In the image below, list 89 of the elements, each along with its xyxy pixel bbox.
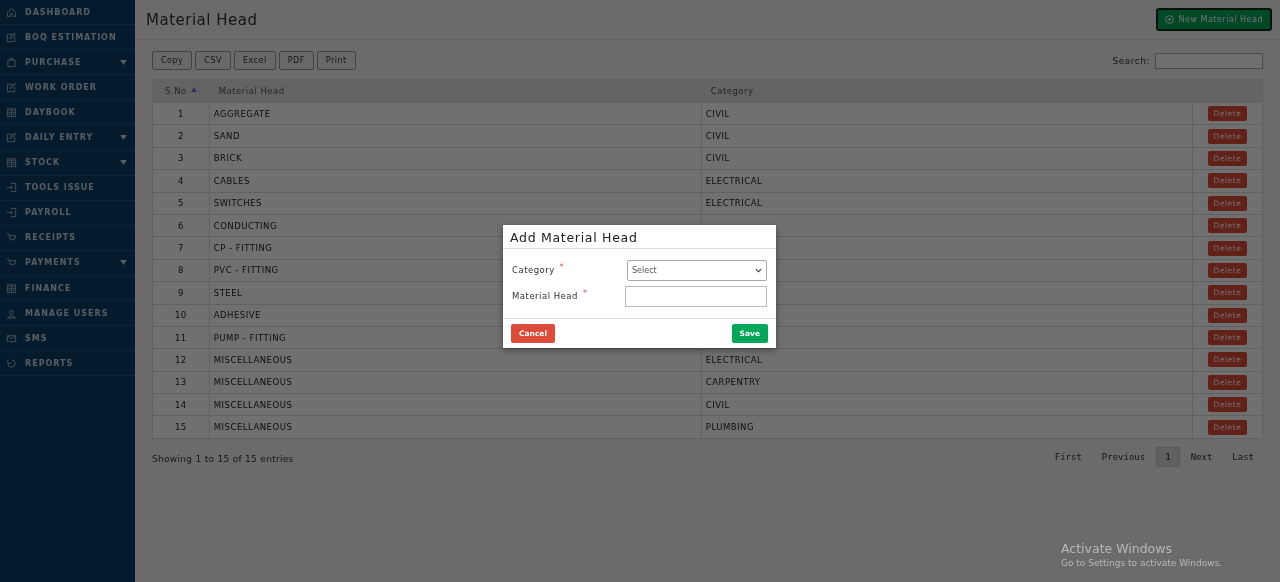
table-cell: CIVIL [701, 102, 1193, 125]
login-icon [6, 182, 17, 194]
new-material-head-button[interactable]: New Material Head [1155, 8, 1272, 31]
column-header[interactable]: Category [701, 79, 1193, 103]
table-cell: 15 [152, 415, 210, 439]
mail-icon [6, 332, 17, 344]
field-label: Material Head [512, 291, 578, 301]
table-cell: SWITCHES [209, 192, 702, 215]
modal-title: Add Material Head [503, 225, 776, 249]
export-button[interactable]: CSV [195, 51, 231, 70]
clock-icon [6, 357, 17, 369]
export-button[interactable]: PDF [278, 51, 314, 70]
table-cell: MISCELLANEOUS [209, 371, 702, 394]
plus-circle-icon [1164, 15, 1174, 24]
table-cell: CABLES [209, 169, 702, 193]
nav-label: DASHBOARD [25, 7, 92, 17]
nav-label: PURCHASE [25, 57, 83, 67]
column-header[interactable]: Material Head [209, 79, 702, 103]
export-button[interactable]: Copy [152, 51, 193, 70]
nav-label: DAILY ENTRY [25, 133, 95, 142]
pagination-button[interactable]: Previous [1092, 446, 1155, 467]
nav-label: PAYMENTS [25, 258, 82, 268]
nav-label: PAYROLL [25, 208, 73, 218]
table-cell: MISCELLANEOUS [209, 415, 702, 439]
pagination-button[interactable]: Last [1223, 446, 1263, 467]
bag-icon [6, 56, 17, 68]
edit-icon [6, 31, 17, 43]
pagination-button[interactable]: 1 [1156, 446, 1180, 467]
table-cell: BRICK [209, 147, 702, 170]
activation-notice-text: Go to Settings to activate Windows. [1061, 558, 1223, 568]
table-cell: CIVIL [701, 393, 1193, 416]
book-icon [6, 157, 17, 169]
table-cell: AGGREGATE [209, 102, 702, 125]
sort-up-icon [190, 87, 197, 92]
home-icon [6, 6, 17, 18]
table-cell: PLUMBING [701, 415, 1193, 439]
nav-label: BOQ ESTIMATION [25, 32, 118, 42]
category-select[interactable]: Select [627, 259, 767, 281]
nav-label: SMS [25, 333, 49, 343]
table-cell: ELECTRICAL [701, 192, 1193, 215]
nav-label: REPORTS [25, 358, 75, 368]
chevron-down-icon [755, 267, 762, 273]
pagination-button[interactable]: First [1045, 446, 1091, 467]
book-icon [6, 106, 17, 118]
table-cell: 7 [152, 236, 210, 260]
login-icon [6, 207, 17, 219]
table-cell: 8 [152, 259, 210, 282]
export-button[interactable]: Print [316, 51, 356, 70]
table-cell: CIVIL [701, 124, 1193, 148]
required-mark: * [559, 263, 564, 272]
nav-label: RECEIPTS [25, 233, 78, 243]
table-cell: 3 [152, 147, 210, 170]
table-cell: 9 [152, 281, 210, 304]
table-cell: CARPENTRY [701, 371, 1193, 394]
table-cell: 5 [152, 192, 210, 215]
search-label: Search: [1112, 55, 1150, 66]
table-cell: 1 [152, 102, 210, 125]
nav-label: STOCK [25, 158, 62, 168]
required-mark: * [582, 289, 587, 298]
edit-icon [6, 132, 17, 143]
activation-notice-title: Activate Windows [1061, 541, 1173, 556]
table-cell: 4 [152, 169, 210, 193]
search-field[interactable] [1155, 52, 1263, 69]
column-header[interactable]: S.No [152, 79, 210, 103]
page-title: Material Head [146, 10, 258, 29]
table-cell: SAND [209, 124, 702, 148]
export-button[interactable]: Excel [233, 51, 276, 70]
table-cell: 14 [152, 393, 210, 416]
material-head-field[interactable] [625, 285, 767, 307]
edit-icon [6, 81, 17, 93]
table-cell: CIVIL [701, 147, 1193, 170]
table-cell: 13 [152, 371, 210, 394]
pagination-button[interactable]: Next [1181, 446, 1222, 467]
table-cell: 2 [152, 124, 210, 148]
book-icon [6, 282, 17, 294]
user-icon [6, 307, 17, 319]
table-cell: 11 [152, 326, 210, 349]
table-cell: MISCELLANEOUS [209, 393, 702, 416]
table-cell: 12 [152, 348, 210, 372]
table-cell: ELECTRICAL [701, 169, 1193, 193]
entries-info: Showing 1 to 15 of 15 entries [152, 454, 294, 465]
nav-label: MANAGE USERS [25, 308, 110, 318]
table-cell: 10 [152, 304, 210, 327]
nav-label: DAYBOOK [25, 107, 77, 117]
nav-label: WORK ORDER [25, 82, 98, 92]
table-cell: 6 [152, 214, 210, 237]
field-label: Category [512, 265, 555, 275]
nav-label: FINANCE [25, 283, 73, 293]
nav-label: TOOLS ISSUE [25, 183, 96, 193]
